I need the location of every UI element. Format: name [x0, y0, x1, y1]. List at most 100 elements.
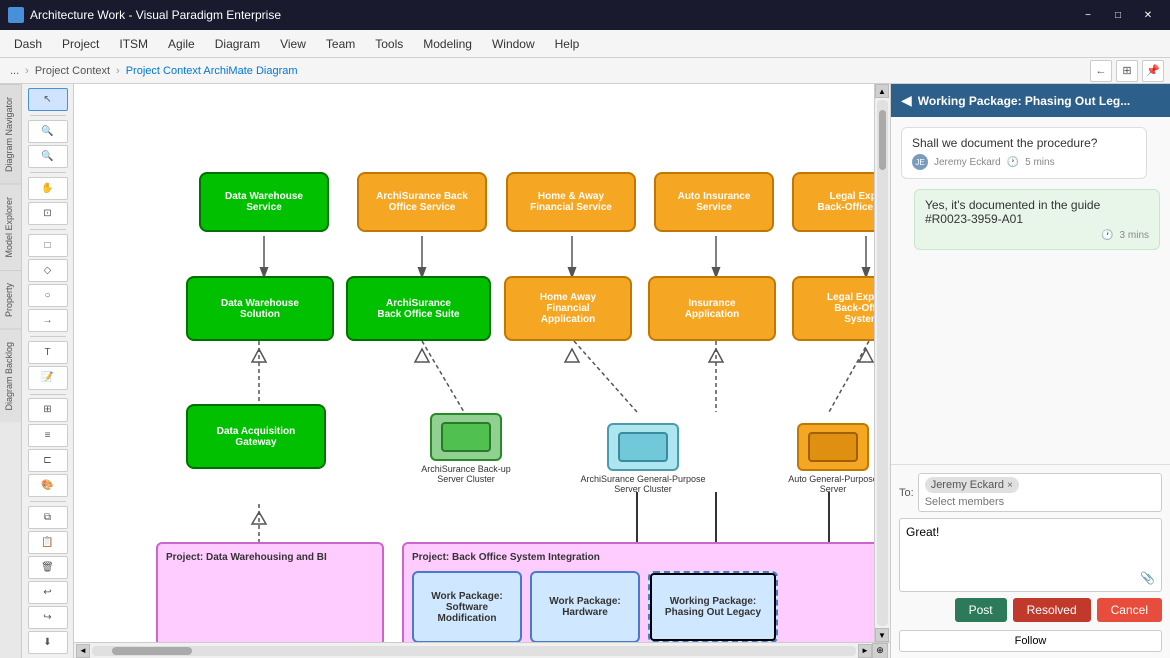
- breadcrumb-active[interactable]: Project Context ArchiMate Diagram: [122, 65, 302, 77]
- tool-text[interactable]: T: [28, 341, 68, 364]
- menu-project[interactable]: Project: [52, 33, 109, 55]
- tool-arrow[interactable]: →: [28, 309, 68, 332]
- message-text-input[interactable]: Great!: [906, 525, 1155, 585]
- post-button[interactable]: Post: [955, 598, 1007, 622]
- breadcrumb-project-context[interactable]: Project Context: [31, 65, 114, 77]
- menu-help[interactable]: Help: [545, 33, 590, 55]
- node-dag[interactable]: Data AcquisitionGateway: [186, 404, 326, 469]
- vscroll-up[interactable]: ▲: [875, 84, 889, 98]
- node-hafa[interactable]: Home AwayFinancialApplication: [504, 276, 632, 341]
- node-dw-solution[interactable]: Data WarehouseSolution: [186, 276, 334, 341]
- diagram-scroll[interactable]: Data WarehouseService ArchiSurance BackO…: [74, 84, 890, 642]
- breadcrumb-back-icon[interactable]: ←: [1090, 60, 1112, 82]
- node-proj-bosi[interactable]: Project: Back Office System Integration …: [402, 542, 890, 642]
- canvas-area[interactable]: Data WarehouseService ArchiSurance BackO…: [74, 84, 890, 658]
- canvas-corner[interactable]: ⊕: [872, 643, 888, 658]
- sidebar-tab-navigator[interactable]: Diagram Navigator: [0, 84, 21, 184]
- right-panel: ◀ Working Package: Phasing Out Leg... Sh…: [890, 84, 1170, 658]
- menu-dash[interactable]: Dash: [4, 33, 52, 55]
- tool-shape-3[interactable]: ○: [28, 284, 68, 307]
- tool-group[interactable]: ⊏: [28, 449, 68, 472]
- follow-button[interactable]: Follow: [899, 630, 1162, 652]
- breadcrumb-actions: ← ⊞ 📌: [1090, 60, 1164, 82]
- sender-avatar-1: JE: [912, 154, 928, 170]
- chat-message-received: Shall we document the procedure? JE Jere…: [901, 127, 1147, 179]
- compose-to-container[interactable]: Jeremy Eckard ×: [918, 473, 1162, 512]
- canvas-vscroll[interactable]: ▲ ▼: [874, 84, 890, 642]
- vscroll-handle[interactable]: [879, 110, 886, 170]
- chat-message-text-2: Yes, it's documented in the guide #R0023…: [925, 198, 1100, 226]
- node-proj-dwbi[interactable]: Project: Data Warehousing and BI: [156, 542, 384, 642]
- window-title: Architecture Work - Visual Paradigm Ente…: [30, 8, 1074, 22]
- tool-delete[interactable]: 🗑: [28, 556, 68, 579]
- tool-color[interactable]: 🎨: [28, 474, 68, 497]
- menu-agile[interactable]: Agile: [158, 33, 205, 55]
- node-abs-service[interactable]: ArchiSurance BackOffice Service: [357, 172, 487, 232]
- close-button[interactable]: ✕: [1134, 5, 1162, 25]
- breadcrumb-bar: ... › Project Context › Project Context …: [0, 58, 1170, 84]
- tool-redo[interactable]: ↪: [28, 606, 68, 629]
- breadcrumb-dots[interactable]: ...: [6, 65, 23, 77]
- members-input[interactable]: [925, 496, 1155, 508]
- title-bar: Architecture Work - Visual Paradigm Ente…: [0, 0, 1170, 30]
- minimize-button[interactable]: −: [1074, 5, 1102, 25]
- vscroll-track[interactable]: [877, 100, 888, 626]
- node-abs-suite[interactable]: ArchiSuranceBack Office Suite: [346, 276, 491, 341]
- tool-zoom-out[interactable]: 🔍: [28, 145, 68, 168]
- node-ai-app[interactable]: InsuranceApplication: [648, 276, 776, 341]
- hscroll-left[interactable]: ◄: [76, 644, 90, 658]
- node-dws-service[interactable]: Data WarehouseService: [199, 172, 329, 232]
- sidebar-tab-property[interactable]: Property: [0, 270, 21, 329]
- tool-separator-3: [30, 229, 66, 230]
- tool-export[interactable]: ⬇: [28, 631, 68, 654]
- rp-compose-area: To: Jeremy Eckard × Great! 📎 Post Resolv…: [891, 464, 1170, 630]
- menu-diagram[interactable]: Diagram: [205, 33, 270, 55]
- tool-undo[interactable]: ↩: [28, 581, 68, 604]
- maximize-button[interactable]: □: [1104, 5, 1132, 25]
- menu-view[interactable]: View: [270, 33, 316, 55]
- chat-meta-1: JE Jeremy Eckard 🕐 5 mins: [912, 154, 1136, 170]
- tool-copy[interactable]: ⧉: [28, 506, 68, 529]
- tool-grid[interactable]: ⊞: [28, 398, 68, 421]
- clock-icon-1: 🕐: [1007, 157, 1019, 168]
- node-hafs[interactable]: Home & AwayFinancial Service: [506, 172, 636, 232]
- node-auto-gps[interactable]: Auto General-PurposeServer: [764, 404, 890, 494]
- tool-fit[interactable]: ⊡: [28, 202, 68, 225]
- remove-recipient-button[interactable]: ×: [1007, 480, 1013, 491]
- tool-align[interactable]: ≡: [28, 424, 68, 447]
- tool-zoom-in[interactable]: 🔍: [28, 120, 68, 143]
- tool-paste[interactable]: 📋: [28, 531, 68, 554]
- tool-note[interactable]: 📝: [28, 366, 68, 389]
- recipient-tag: Jeremy Eckard ×: [925, 477, 1019, 493]
- node-ais-service[interactable]: Auto InsuranceService: [654, 172, 774, 232]
- tool-shape-1[interactable]: □: [28, 234, 68, 257]
- hscroll-right[interactable]: ►: [858, 644, 872, 658]
- chat-meta-2: 🕐 3 mins: [925, 230, 1149, 241]
- menu-itsm[interactable]: ITSM: [109, 33, 158, 55]
- sidebar-tab-explorer[interactable]: Model Explorer: [0, 184, 21, 270]
- rp-back-button[interactable]: ◀: [901, 92, 912, 109]
- tool-separator-1: [30, 115, 66, 116]
- app-icon: [8, 7, 24, 23]
- hscroll-handle[interactable]: [112, 647, 192, 655]
- tool-select[interactable]: ↖: [28, 88, 68, 111]
- node-agps-cluster[interactable]: ArchiSurance General-PurposeServer Clust…: [564, 404, 722, 494]
- menu-team[interactable]: Team: [316, 33, 365, 55]
- tool-shape-2[interactable]: ◇: [28, 259, 68, 282]
- menu-tools[interactable]: Tools: [365, 33, 413, 55]
- canvas-hscroll[interactable]: ◄ ► ⊕: [74, 642, 890, 658]
- vscroll-down[interactable]: ▼: [875, 628, 889, 642]
- cancel-button[interactable]: Cancel: [1097, 598, 1162, 622]
- menu-window[interactable]: Window: [482, 33, 545, 55]
- resolved-button[interactable]: Resolved: [1013, 598, 1091, 622]
- sidebar-tab-backlog[interactable]: Diagram Backlog: [0, 329, 21, 423]
- tool-pan[interactable]: ✋: [28, 177, 68, 200]
- attach-icon[interactable]: 📎: [1140, 571, 1155, 585]
- menu-modeling[interactable]: Modeling: [413, 33, 482, 55]
- node-abs-cluster[interactable]: ArchiSurance Back-upServer Cluster: [392, 404, 540, 484]
- diagram-canvas[interactable]: Data WarehouseService ArchiSurance BackO…: [74, 84, 890, 642]
- breadcrumb-grid-icon[interactable]: ⊞: [1116, 60, 1138, 82]
- breadcrumb-pin-icon[interactable]: 📌: [1142, 60, 1164, 82]
- clock-icon-2: 🕐: [1101, 230, 1113, 241]
- compose-message-box[interactable]: Great! 📎: [899, 518, 1162, 592]
